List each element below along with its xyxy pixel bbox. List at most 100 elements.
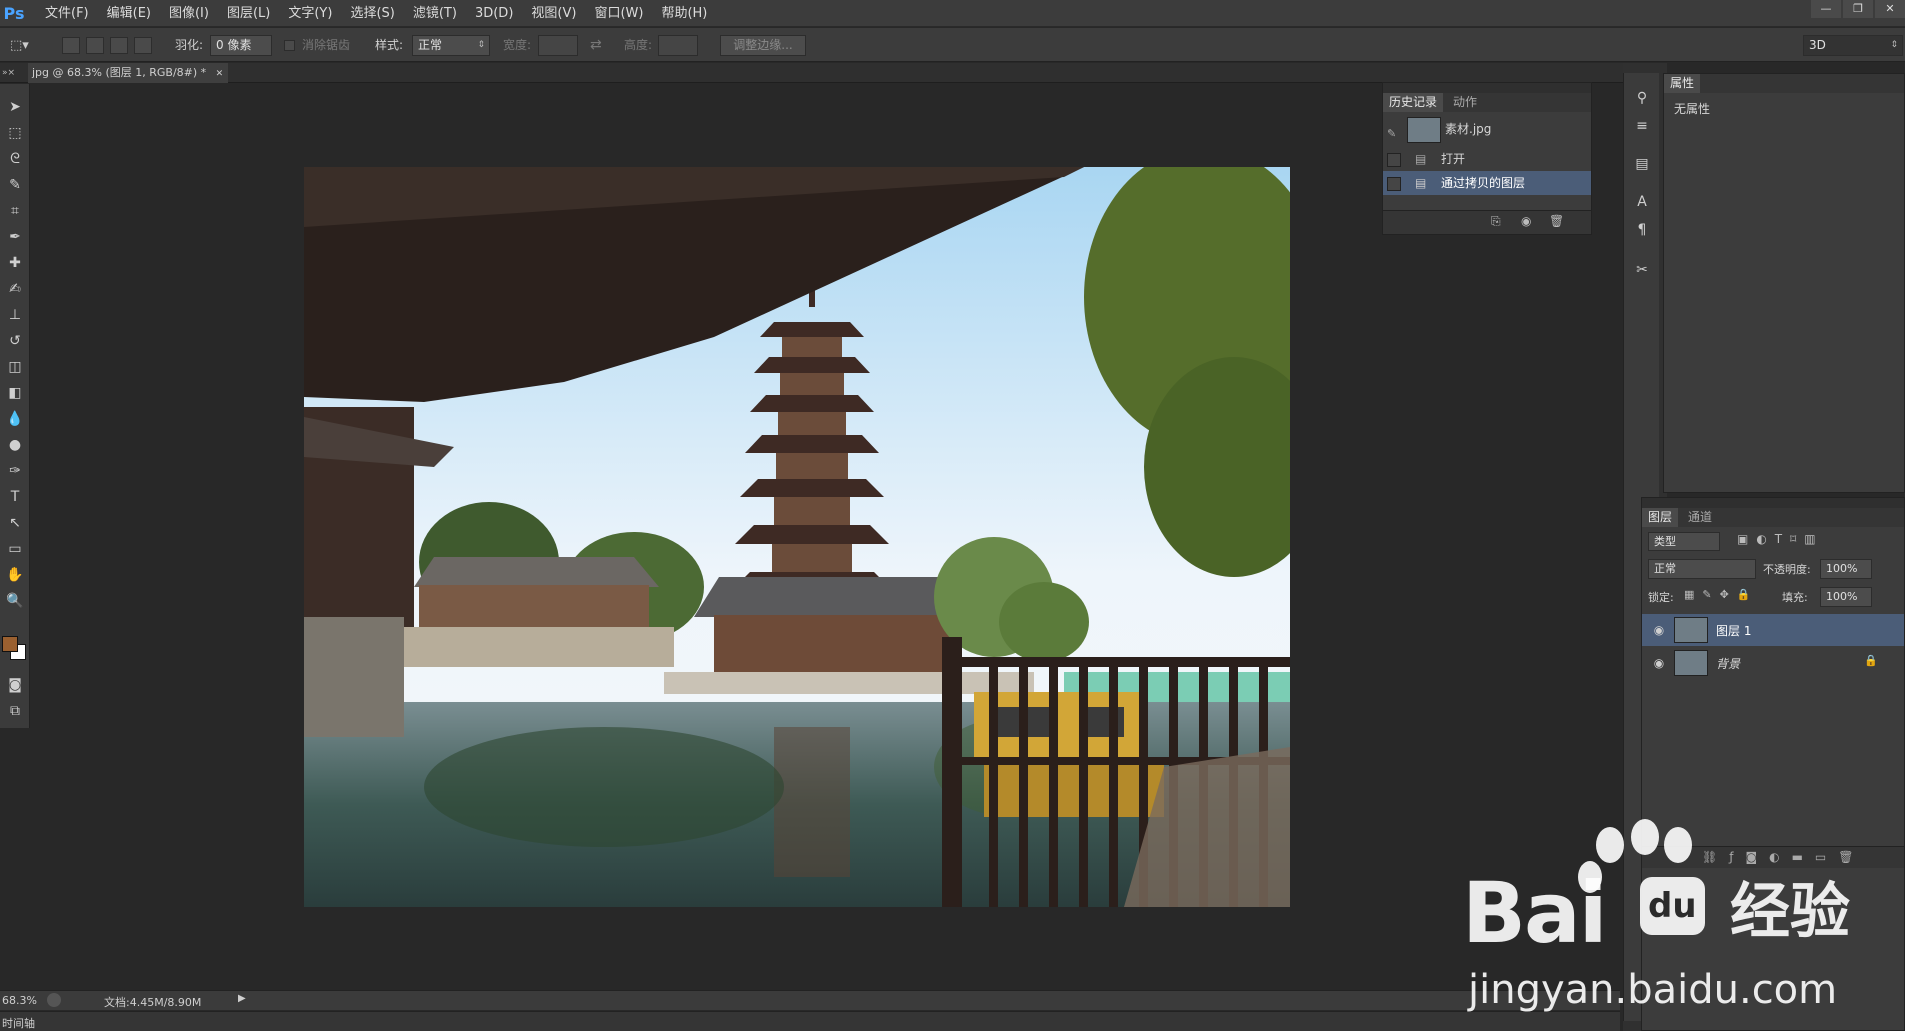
visibility-eye-icon[interactable]: ◉ [1650, 621, 1668, 639]
watermark-brand: Bai [1462, 864, 1608, 962]
feather-input[interactable]: 0 像素 [210, 35, 272, 56]
foreground-color-swatch[interactable] [2, 636, 18, 652]
canvas-image[interactable] [304, 167, 1290, 907]
type-tool-icon[interactable]: T [3, 486, 27, 508]
fill-label: 填充: [1782, 591, 1808, 604]
status-menu-icon[interactable] [47, 993, 61, 1007]
hand-tool-icon[interactable]: ✋ [3, 564, 27, 586]
adjustments-icon[interactable]: ≡ [1630, 115, 1654, 137]
opacity-label: 不透明度: [1763, 563, 1811, 576]
gradient-tool-icon[interactable]: ◧ [3, 382, 27, 404]
chevron-down-icon: ⇕ [477, 40, 485, 50]
zoom-tool-icon[interactable]: 🔍 [3, 590, 27, 612]
layer-name[interactable]: 图层 1 [1716, 622, 1751, 639]
menu-3d[interactable]: 3D(D) [466, 0, 522, 27]
history-item[interactable]: ▤ 打开 [1383, 147, 1591, 171]
eyedropper-tool-icon[interactable]: ✒ [3, 226, 27, 248]
healing-tool-icon[interactable]: ✚ [3, 252, 27, 274]
brush-tool-icon[interactable]: ✍ [3, 278, 27, 300]
menu-select[interactable]: 选择(S) [341, 0, 403, 27]
add-selection-icon[interactable] [86, 37, 104, 54]
lock-icons[interactable]: ▦✎✥🔒 [1684, 588, 1759, 601]
swap-icon[interactable]: ⇄ [590, 35, 602, 56]
new-document-icon[interactable]: ⎘ [1491, 214, 1501, 229]
move-tool-icon[interactable]: ➤ [3, 96, 27, 118]
path-select-tool-icon[interactable]: ↖ [3, 512, 27, 534]
zoom-level[interactable]: 68.3% [2, 994, 37, 1007]
history-source-checkbox[interactable] [1387, 153, 1401, 167]
pen-tool-icon[interactable]: ✑ [3, 460, 27, 482]
style-select[interactable]: 正常 ⇕ [412, 35, 490, 56]
layer-name[interactable]: 背景 [1716, 655, 1740, 672]
filter-kind-select[interactable]: 类型 [1648, 532, 1720, 551]
menu-help[interactable]: 帮助(H) [652, 0, 716, 27]
collapse-icon[interactable]: »× [2, 63, 26, 83]
menu-edit[interactable]: 编辑(E) [98, 0, 160, 27]
refine-edge-button[interactable]: 调整边缘... [720, 35, 806, 56]
history-source-checkbox[interactable] [1387, 177, 1401, 191]
subtract-selection-icon[interactable] [110, 37, 128, 54]
paragraph-icon[interactable]: ¶ [1630, 219, 1654, 241]
history-item-selected[interactable]: ▤ 通过拷贝的图层 [1383, 171, 1591, 195]
screen-mode-icon[interactable]: ⧉ [3, 700, 27, 722]
tab-properties[interactable]: 属性 [1664, 74, 1701, 93]
lock-icon: 🔒 [1864, 654, 1878, 667]
antialias-checkbox[interactable] [284, 40, 295, 51]
menu-filter[interactable]: 滤镜(T) [404, 0, 466, 27]
document-tab[interactable]: jpg @ 68.3% (图层 1, RGB/8#) * ✕ [28, 63, 228, 83]
quick-mask-icon[interactable]: ◙ [3, 674, 27, 696]
lasso-tool-icon[interactable]: ᘓ [3, 148, 27, 170]
layer-row-selected[interactable]: ◉ 图层 1 [1642, 614, 1904, 646]
tool-presets-icon[interactable]: ✂ [1630, 259, 1654, 281]
crop-tool-icon[interactable]: ⌗ [3, 200, 27, 222]
tab-actions[interactable]: 动作 [1447, 93, 1483, 112]
photo-pagoda-scene [304, 167, 1290, 907]
intersect-selection-icon[interactable] [134, 37, 152, 54]
menu-window[interactable]: 窗口(W) [585, 0, 652, 27]
dodge-tool-icon[interactable]: ● [3, 434, 27, 456]
blend-mode-select[interactable]: 正常 [1648, 559, 1756, 579]
character-icon[interactable]: A [1630, 191, 1654, 213]
width-input[interactable] [538, 35, 578, 56]
close-icon[interactable]: ✕ [216, 69, 224, 79]
menu-layer[interactable]: 图层(L) [218, 0, 279, 27]
info-icon[interactable]: ▤ [1630, 153, 1654, 175]
opacity-input[interactable]: 100% [1820, 559, 1872, 579]
layer-filter-icons[interactable]: ▣◐T⌑▥ [1737, 532, 1824, 546]
histogram-icon[interactable]: ⚲ [1630, 87, 1654, 109]
menu-view[interactable]: 视图(V) [522, 0, 585, 27]
workspace-value: 3D [1809, 38, 1826, 52]
baidu-watermark: Bai du 经验 jingyan.baidu.com [1440, 815, 1905, 1025]
eraser-tool-icon[interactable]: ◫ [3, 356, 27, 378]
timeline-label[interactable]: 时间轴 [2, 1015, 35, 1031]
history-brush-tool-icon[interactable]: ↺ [3, 330, 27, 352]
menu-file[interactable]: 文件(F) [36, 0, 98, 27]
tab-history[interactable]: 历史记录 [1383, 93, 1444, 112]
visibility-eye-icon[interactable]: ◉ [1650, 654, 1668, 672]
close-button[interactable]: ✕ [1875, 0, 1905, 18]
rectangle-tool-icon[interactable]: ▭ [3, 538, 27, 560]
menu-image[interactable]: 图像(I) [160, 0, 218, 27]
history-snapshot[interactable]: ✎ 素材.jpg [1383, 114, 1591, 144]
photoshop-logo: Ps [3, 4, 25, 23]
layer-row[interactable]: ◉ 背景 🔒 [1642, 647, 1904, 679]
camera-icon[interactable]: ◉ [1521, 214, 1531, 228]
marquee-preset-icon[interactable]: ⬚▾ [10, 36, 44, 56]
new-selection-icon[interactable] [62, 37, 80, 54]
blur-tool-icon[interactable]: 💧 [3, 408, 27, 430]
restore-button[interactable]: ❐ [1843, 0, 1873, 18]
height-input[interactable] [658, 35, 698, 56]
stamp-tool-icon[interactable]: ⊥ [3, 304, 27, 326]
workspace-select[interactable]: 3D ⇕ [1803, 35, 1903, 56]
tab-channels[interactable]: 通道 [1682, 508, 1718, 527]
play-arrow-icon[interactable]: ▶ [238, 993, 246, 1004]
minimize-button[interactable]: — [1811, 0, 1841, 18]
quick-select-tool-icon[interactable]: ✎ [3, 174, 27, 196]
fill-input[interactable]: 100% [1820, 587, 1872, 607]
menu-type[interactable]: 文字(Y) [279, 0, 341, 27]
timeline-bar: 时间轴 [0, 1011, 1620, 1031]
document-title: jpg @ 68.3% (图层 1, RGB/8#) * [32, 66, 207, 79]
trash-icon[interactable]: 🗑 [1549, 214, 1564, 228]
marquee-tool-icon[interactable]: ⬚ [3, 122, 27, 144]
tab-layers[interactable]: 图层 [1642, 508, 1679, 527]
